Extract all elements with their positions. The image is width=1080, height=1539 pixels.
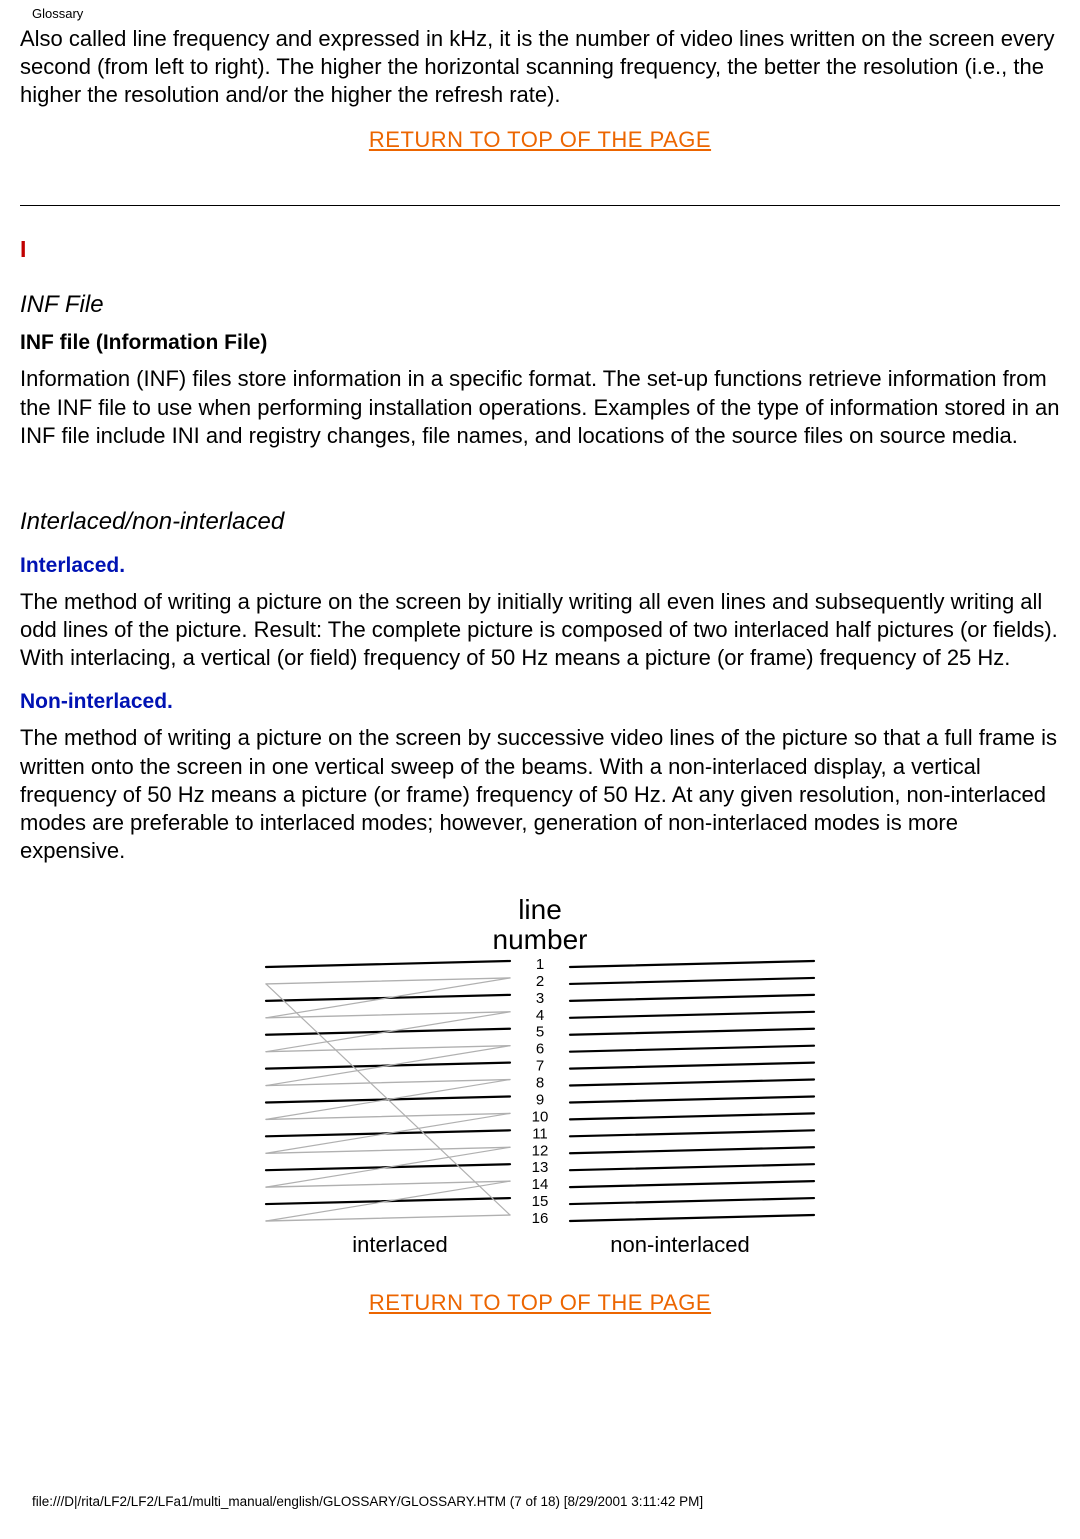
- svg-text:6: 6: [536, 1041, 544, 1058]
- svg-text:10: 10: [532, 1108, 549, 1125]
- svg-text:8: 8: [536, 1075, 544, 1092]
- svg-text:2: 2: [536, 973, 544, 990]
- svg-text:16: 16: [532, 1210, 549, 1227]
- interlaced-paragraph: The method of writing a picture on the s…: [20, 588, 1060, 672]
- section-divider: [20, 205, 1060, 206]
- diagram-svg: 12345678910111213141516: [260, 958, 820, 1228]
- diagram-title-line1: line: [518, 894, 562, 925]
- noninterlaced-heading: Non-interlaced.: [20, 690, 1060, 714]
- intro-paragraph: Also called line frequency and expressed…: [20, 25, 1060, 109]
- diagram-title-line2: number: [493, 924, 588, 955]
- term-inf-file-title: INF File: [20, 291, 1060, 319]
- svg-text:12: 12: [532, 1142, 549, 1159]
- svg-text:3: 3: [536, 990, 544, 1007]
- svg-text:9: 9: [536, 1091, 544, 1108]
- svg-text:14: 14: [532, 1176, 549, 1193]
- term-interlaced-title: Interlaced/non-interlaced: [20, 508, 1060, 536]
- term-inf-file-subtitle: INF file (Information File): [20, 331, 1060, 355]
- svg-text:1: 1: [536, 958, 544, 973]
- diagram-label-left: interlaced: [260, 1232, 540, 1258]
- footer-path: file:///D|/rita/LF2/LF2/LFa1/multi_manua…: [20, 1494, 1060, 1509]
- return-top-link-1[interactable]: RETURN TO TOP OF THE PAGE: [369, 127, 711, 152]
- svg-text:7: 7: [536, 1058, 544, 1075]
- interlace-diagram: line number 12345678910111213141516 inte…: [260, 895, 820, 1258]
- svg-text:4: 4: [536, 1007, 544, 1024]
- svg-text:15: 15: [532, 1193, 549, 1210]
- inf-paragraph: Information (INF) files store informatio…: [20, 365, 1060, 449]
- svg-text:13: 13: [532, 1159, 549, 1176]
- diagram-title: line number: [260, 895, 820, 954]
- return-top-link-wrap-2: RETURN TO TOP OF THE PAGE: [20, 1290, 1060, 1316]
- return-top-link-2[interactable]: RETURN TO TOP OF THE PAGE: [369, 1290, 711, 1315]
- diagram-label-right: non-interlaced: [540, 1232, 820, 1258]
- page-header-small: Glossary: [20, 0, 1060, 23]
- noninterlaced-paragraph: The method of writing a picture on the s…: [20, 724, 1060, 865]
- svg-text:11: 11: [532, 1125, 548, 1142]
- section-letter-i: I: [20, 236, 1060, 263]
- svg-text:5: 5: [536, 1024, 544, 1041]
- interlaced-heading: Interlaced.: [20, 554, 1060, 578]
- return-top-link-wrap-1: RETURN TO TOP OF THE PAGE: [20, 127, 1060, 153]
